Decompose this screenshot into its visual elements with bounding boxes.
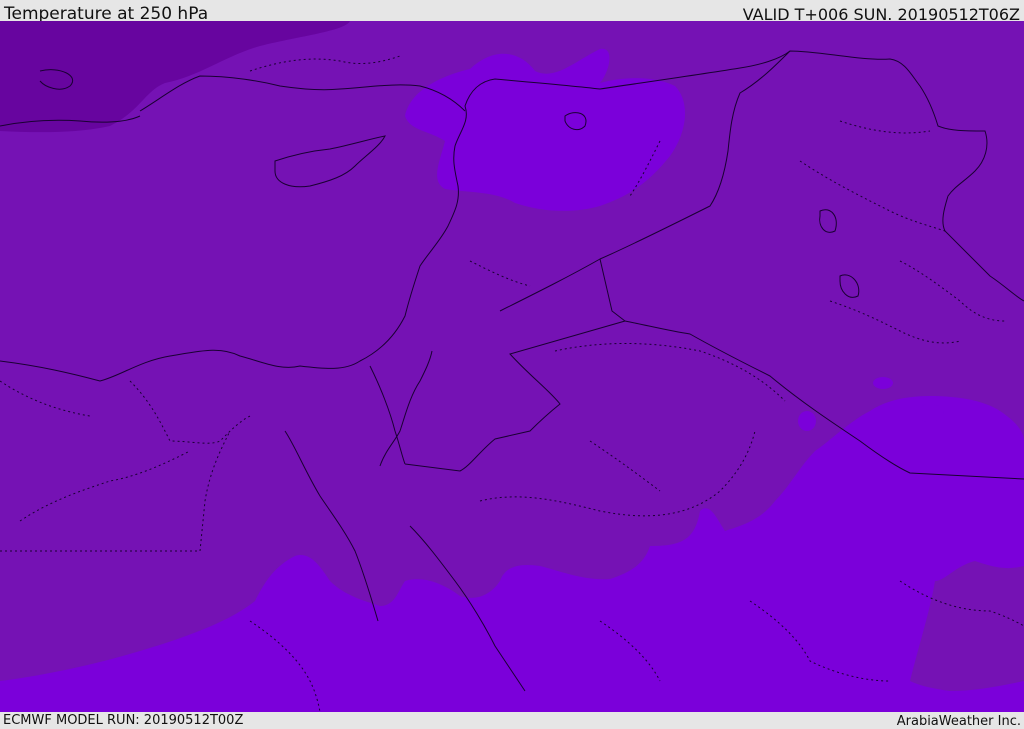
map-panel[interactable] xyxy=(0,21,1024,712)
warm-blob-2 xyxy=(798,411,816,431)
temperature-map xyxy=(0,21,1024,712)
footer-bar: ECMWF MODEL RUN: 20190512T00Z ArabiaWeat… xyxy=(0,712,1024,729)
header-bar: Temperature at 250 hPa VALID T+006 SUN. … xyxy=(0,0,1024,24)
warm-blob-1 xyxy=(873,377,893,389)
warm-blob-3 xyxy=(916,404,944,422)
credit-label: ArabiaWeather Inc. xyxy=(896,714,1021,729)
model-run-label: ECMWF MODEL RUN: 20190512T00Z xyxy=(3,713,244,728)
